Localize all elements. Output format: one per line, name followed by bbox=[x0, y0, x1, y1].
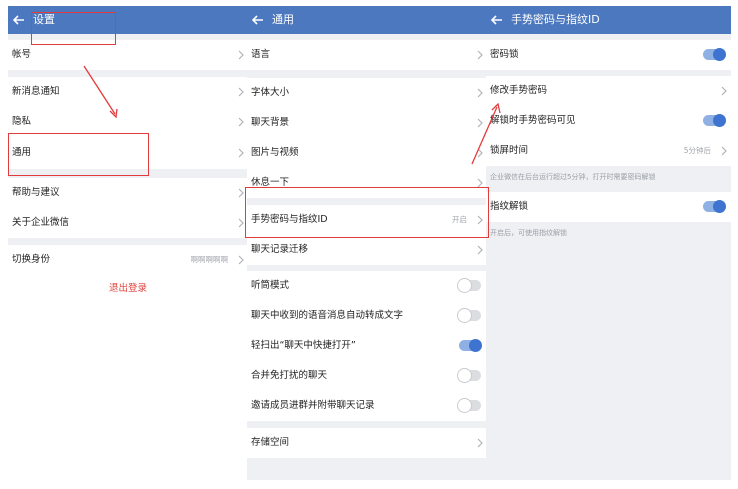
arrow-head-icon bbox=[109, 108, 118, 119]
arrow-line bbox=[83, 65, 116, 115]
annotation-arrows bbox=[83, 65, 501, 165]
arrow-line bbox=[471, 106, 498, 165]
